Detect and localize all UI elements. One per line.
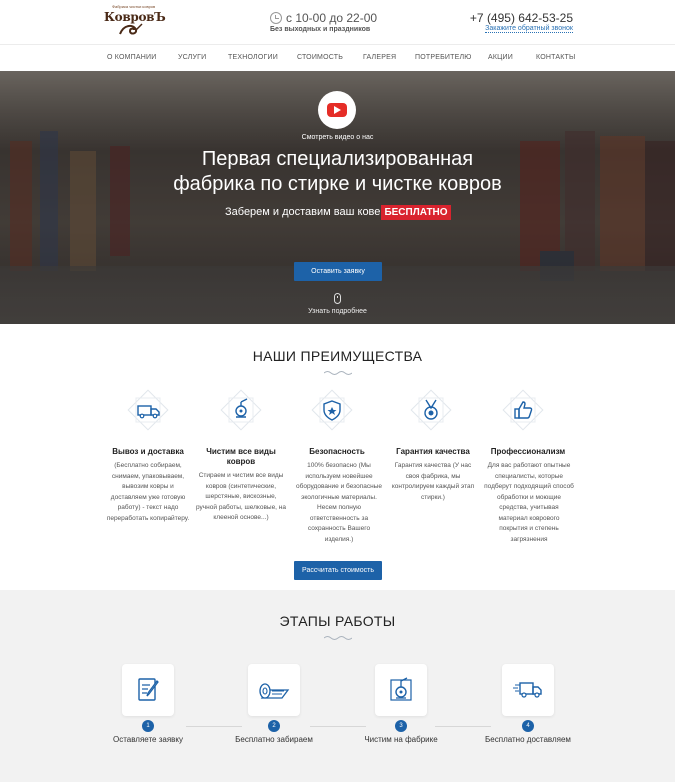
shield-icon <box>311 389 353 431</box>
callback-link[interactable]: Закажите обратный звонок <box>485 25 573 33</box>
stage-number: 2 <box>268 720 280 732</box>
nav-item-services[interactable]: УСЛУГИ <box>178 54 206 61</box>
hero-subtitle: Заберем и доставим ваш ковер <box>225 206 387 218</box>
hero-banner: Смотреть видео о нас Первая специализиро… <box>0 71 675 324</box>
stage-connector <box>310 726 366 727</box>
nav-item-gallery[interactable]: ГАЛЕРЕЯ <box>363 54 396 61</box>
nav-item-consumer[interactable]: ПОТРЕБИТЕЛЮ <box>415 54 472 61</box>
medal-icon <box>410 389 452 431</box>
stage-number: 4 <box>522 720 534 732</box>
phone-number[interactable]: +7 (495) 642-53-25 <box>470 11 573 25</box>
hours-main: с 10-00 до 22-00 <box>286 11 378 25</box>
free-badge: БЕСПЛАТНО <box>381 205 451 220</box>
request-button[interactable]: Оставить заявку <box>294 262 382 281</box>
calculate-cost-button[interactable]: Рассчитать стоимость <box>294 561 382 580</box>
nav-item-contacts[interactable]: КОНТАКТЫ <box>536 54 575 61</box>
learn-more-link[interactable]: Узнать подробнее <box>0 308 675 315</box>
stage-number: 1 <box>142 720 154 732</box>
video-label[interactable]: Смотреть видео о нас <box>0 134 675 141</box>
stage-card-delivery <box>502 664 554 716</box>
advantage-title-delivery: Вывоз и доставка <box>112 447 184 456</box>
play-video-button[interactable] <box>318 91 356 129</box>
main-nav: О КОМПАНИИ УСЛУГИ ТЕХНОЛОГИИ СТОИМОСТЬ Г… <box>0 44 675 71</box>
site-header: Фабрика чистки ковров КовровЪ с 10-00 до… <box>0 0 675 44</box>
thumbs-up-icon <box>502 389 544 431</box>
form-pen-icon <box>138 678 159 701</box>
title-wave-ornament <box>324 371 352 375</box>
stage-number: 3 <box>395 720 407 732</box>
advantage-text-professionalism: Для вас работают опытные специалисты, ко… <box>484 462 574 543</box>
advantage-title-all-carpets: Чистим все виды ковров <box>206 447 276 466</box>
stage-connector <box>186 726 242 727</box>
logo-tagline: Фабрика чистки ковров <box>112 4 156 9</box>
stage-label-cleaning: Чистим на фабрике <box>364 735 438 744</box>
stages-wave-ornament <box>324 636 352 640</box>
stage-label-pickup: Бесплатно забираем <box>235 735 313 744</box>
rolled-carpet-icon <box>259 683 290 699</box>
stage-card-request <box>122 664 174 716</box>
advantage-title-quality: Гарантия качества <box>396 447 470 456</box>
nav-item-about[interactable]: О КОМПАНИИ <box>107 54 156 61</box>
stage-label-request: Оставляете заявку <box>112 735 184 744</box>
nav-item-promotions[interactable]: АКЦИИ <box>488 54 513 61</box>
stage-card-pickup <box>248 664 300 716</box>
stages-title: ЭТАПЫ РАБОТЫ <box>279 613 396 629</box>
hero-title-line-2: фабрика по стирке и чистке ковров <box>173 173 502 195</box>
hours-sub: Без выходных и праздников <box>270 26 371 33</box>
advantage-text-all-carpets: Стираем и чистим все виды ковров (синтет… <box>196 472 287 521</box>
advantage-title-professionalism: Профессионализм <box>490 447 566 456</box>
advantage-text-delivery: (Бесплатно собираем, снимаем, упаковывае… <box>106 462 190 522</box>
nav-item-price[interactable]: СТОИМОСТЬ <box>297 54 343 61</box>
washing-machine-icon <box>220 389 262 431</box>
cleaning-machine-icon <box>390 677 412 701</box>
advantage-text-safety: 100% безопасно (Мы используем новейшее о… <box>296 462 382 543</box>
hero-title-line-1: Первая специализированная <box>201 148 474 170</box>
logo[interactable]: Фабрика чистки ковров КовровЪ <box>104 4 166 40</box>
advantage-title-safety: Безопасность <box>309 447 365 456</box>
hero-title: Первая специализированная фабрика по сти… <box>0 147 675 197</box>
nav-item-technology[interactable]: ТЕХНОЛОГИИ <box>228 54 278 61</box>
advantage-text-quality: Гарантия качества (У нас своя фабрика, м… <box>391 462 475 501</box>
stage-connector <box>435 726 491 727</box>
youtube-play-icon <box>327 103 347 117</box>
stage-label-delivery: Бесплатно доставляем <box>485 735 571 744</box>
truck-icon <box>127 389 169 431</box>
advantages-title: НАШИ ПРЕИМУЩЕСТВА <box>252 348 423 364</box>
delivery-truck-icon <box>513 682 542 698</box>
mouse-scroll-icon[interactable] <box>334 293 341 304</box>
logo-swirl-icon <box>119 23 143 35</box>
clock-icon <box>270 12 282 24</box>
stage-card-cleaning <box>375 664 427 716</box>
